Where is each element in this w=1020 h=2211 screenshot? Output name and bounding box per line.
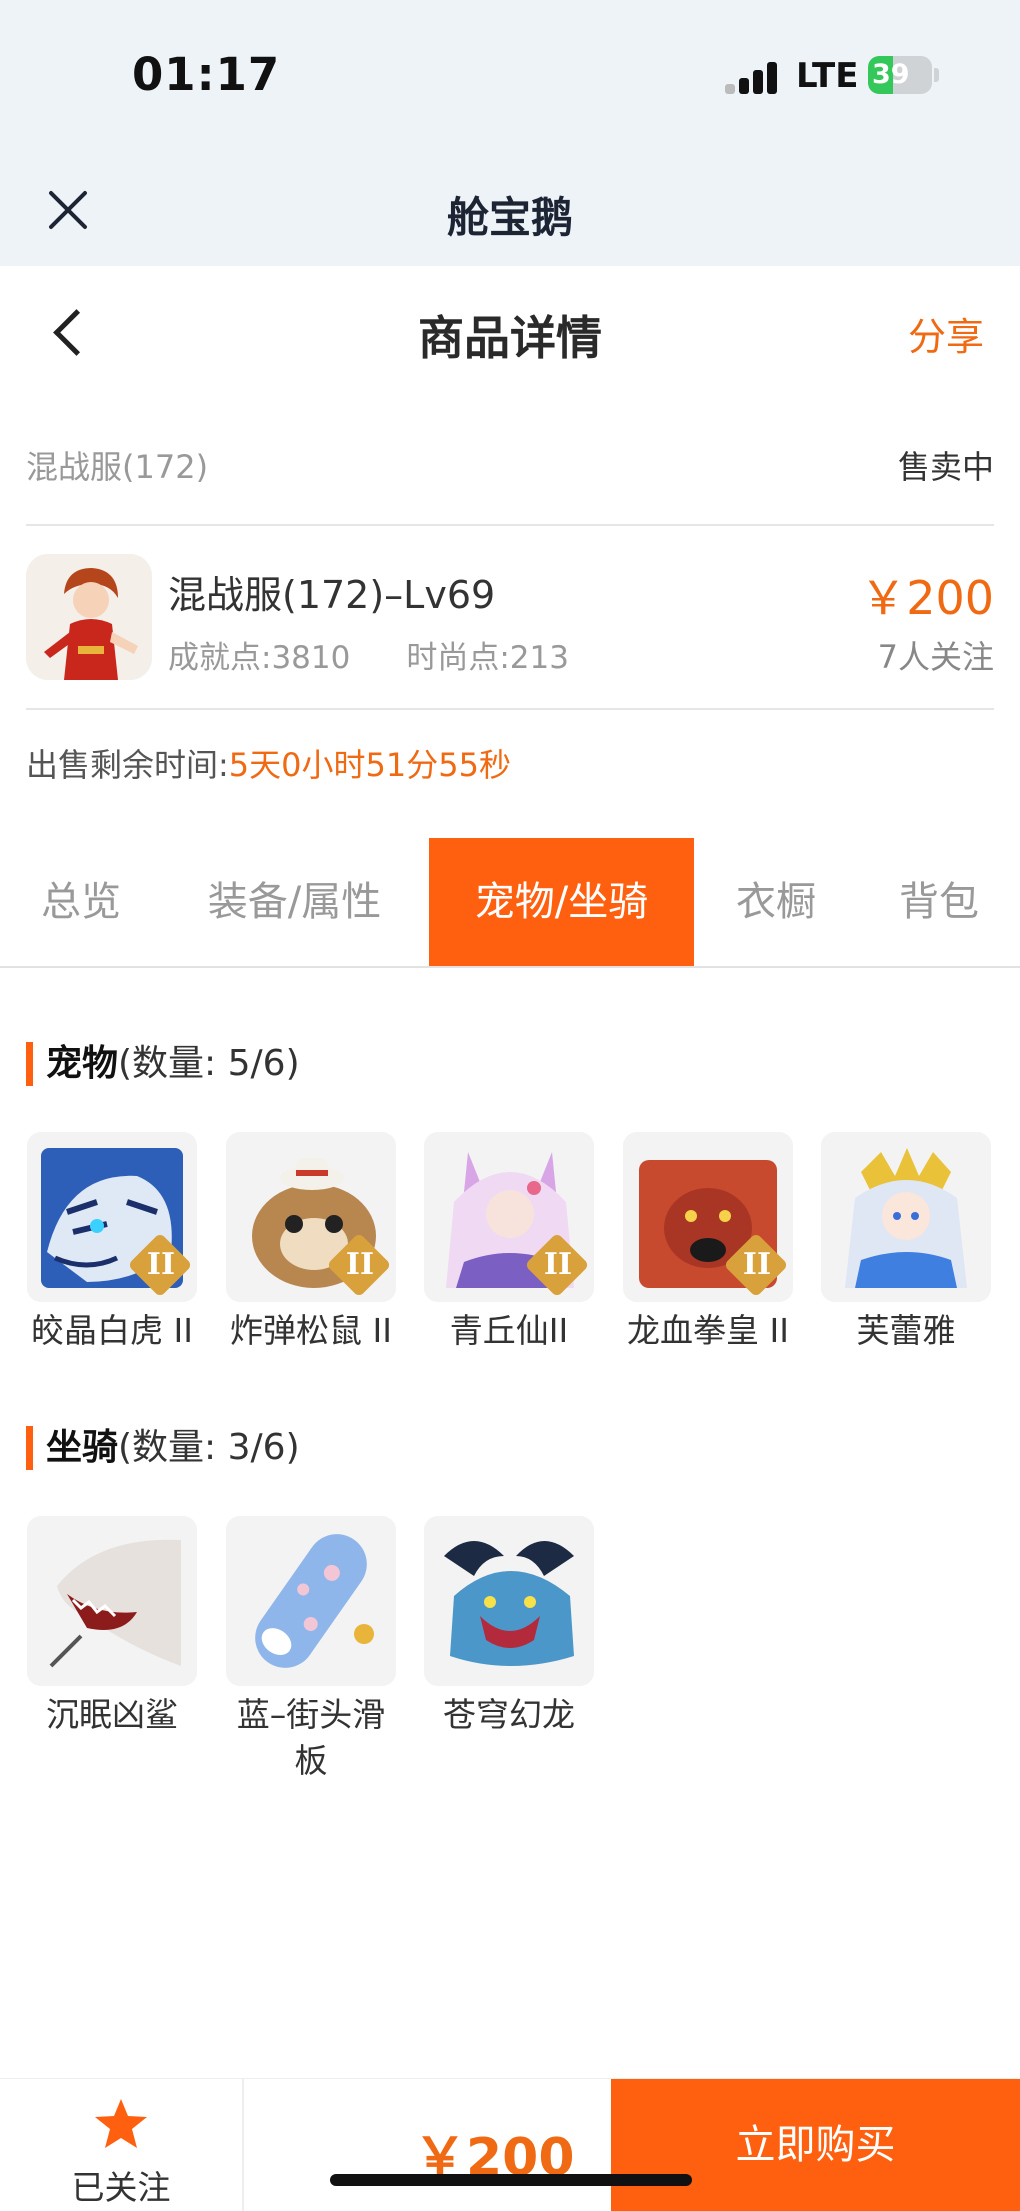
follow-button[interactable]: 已关注	[0, 2079, 244, 2211]
mount-card[interactable]: 蓝–街头滑板	[226, 1516, 396, 1784]
home-indicator[interactable]	[330, 2174, 692, 2186]
achievement-points: 成就点:3810	[168, 640, 351, 676]
mount-image	[226, 1516, 396, 1686]
pet-name: 龙血拳皇 II	[627, 1311, 789, 1350]
mount-image	[27, 1516, 197, 1686]
pet-image: II	[27, 1132, 197, 1302]
pets-count: (数量: 5/6)	[118, 1043, 300, 1084]
pet-card[interactable]: II 青丘仙II	[424, 1132, 594, 1354]
remaining-time: 出售剩余时间:5天0小时51分55秒	[26, 740, 511, 786]
pet-name: 皎晶白虎 II	[31, 1311, 193, 1350]
product-summary[interactable]: 混战服(172)–Lv69 成就点:3810 时尚点:213 ￥200 7人关注	[26, 528, 994, 710]
character-avatar	[26, 554, 152, 680]
mount-card[interactable]: 沉眠凶鲨	[27, 1516, 197, 1738]
mount-card[interactable]: 苍穹幻龙	[424, 1516, 594, 1738]
status-time: 01:17	[132, 48, 281, 101]
pets-section-title: 宠物(数量: 5/6)	[26, 1042, 300, 1086]
mounts-count: (数量: 3/6)	[118, 1427, 300, 1468]
sale-status: 售卖中	[897, 448, 994, 486]
product-name: 混战服(172)–Lv69	[168, 573, 496, 617]
remaining-time-value: 5天0小时51分55秒	[228, 746, 511, 784]
pet-image: II	[424, 1132, 594, 1302]
remaining-time-label: 出售剩余时间:	[26, 746, 229, 784]
star-icon	[95, 2099, 147, 2148]
app-title: 舱宝鹅	[446, 193, 573, 242]
product-price: ￥200	[860, 571, 994, 625]
bottom-action-bar: 已关注 ￥200 立即购买	[0, 2078, 1020, 2211]
follower-count: 7人关注	[877, 638, 994, 676]
tier-badge-label: II	[345, 1247, 374, 1282]
pet-image	[821, 1132, 991, 1302]
mounts-title: 坐骑	[46, 1427, 119, 1468]
mounts-section-title: 坐骑(数量: 3/6)	[26, 1426, 300, 1470]
status-bar: 01:17 LTE 39	[0, 0, 1020, 160]
battery-icon: 39	[868, 56, 932, 94]
tab-pets-mounts[interactable]: 宠物/坐骑	[429, 838, 694, 966]
network-type: LTE	[796, 56, 859, 96]
server-row: 混战服(172) 售卖中	[26, 400, 994, 526]
app-bar: 舱宝鹅	[0, 160, 1020, 266]
pet-image: II	[623, 1132, 793, 1302]
detail-tabs: 总览 装备/属性 宠物/坐骑 衣橱 背包	[0, 838, 1020, 968]
pets-title: 宠物	[46, 1043, 119, 1084]
mount-name: 苍穹幻龙	[443, 1695, 575, 1734]
tab-equipment[interactable]: 装备/属性	[162, 838, 427, 966]
pet-card[interactable]: 芙蕾雅	[821, 1132, 991, 1354]
pet-image: II	[226, 1132, 396, 1302]
tier-badge-label: II	[146, 1247, 175, 1282]
pet-card[interactable]: II 炸弹松鼠 II	[226, 1132, 396, 1354]
fashion-points: 时尚点:213	[406, 640, 569, 676]
page-header: 商品详情 分享	[0, 266, 1020, 400]
tier-badge-label: II	[543, 1247, 572, 1282]
tab-backpack[interactable]: 背包	[858, 838, 1020, 966]
server-name: 混战服(172)	[26, 448, 209, 486]
mount-name: 沉眠凶鲨	[46, 1695, 178, 1734]
mount-name: 蓝–街头滑板	[236, 1695, 386, 1780]
battery-level: 39	[872, 59, 910, 90]
pet-card[interactable]: II 皎晶白虎 II	[27, 1132, 197, 1354]
mount-image	[424, 1516, 594, 1686]
follow-label: 已关注	[71, 2168, 171, 2207]
battery-tip	[934, 68, 939, 82]
buy-now-button[interactable]: 立即购买	[611, 2079, 1020, 2211]
page-title: 商品详情	[418, 311, 602, 365]
tab-wardrobe[interactable]: 衣橱	[694, 838, 858, 966]
product-stats: 成就点:3810 时尚点:213	[168, 632, 569, 677]
pet-name: 芙蕾雅	[856, 1311, 956, 1350]
signal-icon	[725, 60, 781, 94]
share-button[interactable]: 分享	[908, 306, 984, 361]
tier-badge-label: II	[742, 1247, 771, 1282]
pet-name: 青丘仙II	[449, 1311, 569, 1350]
pet-name: 炸弹松鼠 II	[230, 1311, 392, 1350]
tab-overview[interactable]: 总览	[0, 838, 162, 966]
pet-card[interactable]: II 龙血拳皇 II	[623, 1132, 793, 1354]
